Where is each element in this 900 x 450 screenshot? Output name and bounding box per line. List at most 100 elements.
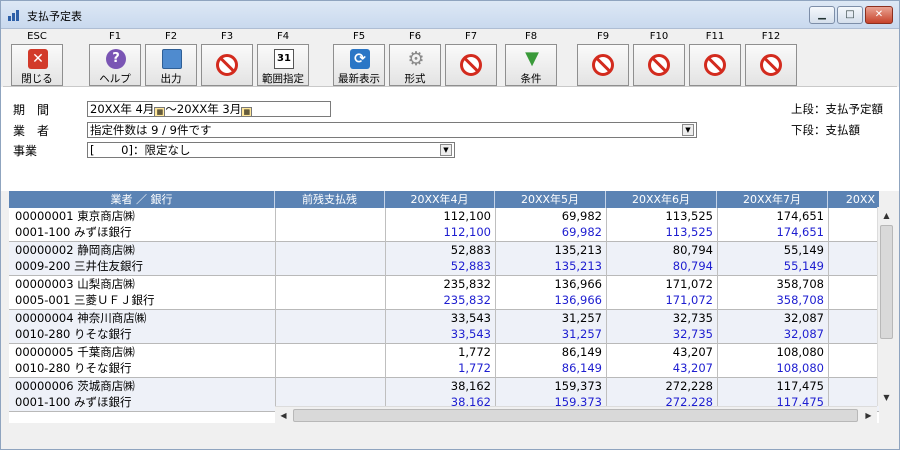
calendar-icon: 31 — [274, 49, 294, 69]
close-button[interactable]: ✕ 閉じる — [11, 44, 63, 86]
legend-note-planned: 上段：支払予定額 — [791, 102, 883, 116]
close-window-button[interactable]: ✕ — [865, 6, 893, 24]
paid-amount: 174,651 — [776, 225, 824, 239]
function-key-label: F1 — [108, 31, 122, 42]
column-header-month[interactable]: 20XX年5月 — [495, 191, 606, 208]
business-select[interactable]: [ 0]：限定なし ▼ — [87, 142, 455, 158]
paid-amount: 235,832 — [443, 293, 491, 307]
planned-amount: 235,832 — [443, 277, 491, 291]
planned-amount: 32,735 — [672, 311, 713, 325]
toolbar-item-f9: F9 — [577, 31, 629, 86]
horizontal-scrollbar[interactable]: ◀ ▶ — [275, 406, 877, 423]
title-bar[interactable]: 支払予定表 ▁ □ ✕ — [1, 1, 899, 29]
paid-amount: 80,794 — [672, 259, 713, 273]
column-header-month[interactable]: 20XX — [828, 191, 879, 208]
column-divider — [606, 208, 607, 408]
range-button[interactable]: 31 範囲指定 — [257, 44, 309, 86]
table-row[interactable]: 00000005 千葉商店㈱ 0010-280 りそな銀行 1,772 86,1… — [9, 344, 879, 378]
toolbar-item-f3: F3 — [201, 31, 253, 86]
table-row[interactable]: 00000003 山梨商店㈱ 0005-001 三菱ＵＦＪ銀行 235,832 … — [9, 276, 879, 310]
planned-amount: 112,100 — [443, 209, 491, 223]
vertical-scrollbar[interactable]: ▲ ▼ — [877, 207, 894, 406]
f9-button[interactable] — [577, 44, 629, 86]
column-header-month[interactable]: 20XX年7月 — [717, 191, 828, 208]
planned-amount: 174,651 — [776, 209, 824, 223]
condition-button[interactable]: ▼ 条件 — [505, 44, 557, 86]
filter-form: 期 間 20XX年 4月 ▦ ～20XX年 3月 ▦ 業 者 指定件数は 9 / 9件… — [1, 87, 899, 191]
vendor-select-value: 指定件数は 9 / 9件です — [90, 123, 212, 137]
f10-button[interactable] — [633, 44, 685, 86]
planned-amount: 32,087 — [783, 311, 824, 325]
help-button[interactable]: ? ヘルプ — [89, 44, 141, 86]
chevron-down-icon[interactable]: ▼ — [682, 124, 694, 136]
planned-amount: 272,228 — [665, 379, 713, 393]
f12-button[interactable] — [745, 44, 797, 86]
function-key-label: F3 — [220, 31, 234, 42]
toolbar-item-f10: F10 — [633, 31, 685, 86]
scroll-left-icon[interactable]: ◀ — [275, 407, 292, 424]
column-divider — [495, 208, 496, 408]
column-header-previous-balance[interactable]: 前残支払残 — [275, 191, 385, 208]
filter-icon: ▼ — [525, 48, 539, 69]
paid-amount: 1,772 — [458, 361, 491, 375]
function-key-toolbar: ESC ✕ 閉じる F1 ? ヘルプ F2 出力 F3 F4 31 範囲指定 F… — [3, 29, 897, 87]
table-row[interactable]: 00000001 東京商店㈱ 0001-100 みずほ銀行 112,100 69… — [9, 208, 879, 242]
period-to-text: 20XX年 3月 — [176, 102, 242, 116]
chevron-down-icon[interactable]: ▼ — [440, 144, 452, 156]
scroll-down-icon[interactable]: ▼ — [878, 389, 895, 406]
disabled-icon — [216, 54, 238, 76]
planned-amount: 117,475 — [776, 379, 824, 393]
chart-app-icon — [8, 9, 22, 21]
scroll-right-icon[interactable]: ▶ — [860, 407, 877, 424]
table-row[interactable]: 00000002 静岡商店㈱ 0009-200 三井住友銀行 52,883 13… — [9, 242, 879, 276]
paid-amount: 52,883 — [450, 259, 491, 273]
scroll-up-icon[interactable]: ▲ — [878, 207, 895, 224]
format-button[interactable]: ⚙ 形式 — [389, 44, 441, 86]
gear-icon: ⚙ — [407, 48, 425, 70]
column-divider — [828, 208, 829, 408]
toolbar-item-f7: F7 — [445, 31, 497, 86]
f7-button[interactable] — [445, 44, 497, 86]
table-row[interactable]: 00000004 神奈川商店㈱ 0010-280 りそな銀行 33,543 31… — [9, 310, 879, 344]
payment-schedule-grid: 業者 ／ 銀行 前残支払残 20XX年4月 20XX年5月 20XX年6月 20… — [9, 191, 879, 423]
calendar-icon[interactable]: ▦ — [154, 107, 166, 116]
column-header-month[interactable]: 20XX年6月 — [606, 191, 717, 208]
toolbar-item-f6: F6 ⚙ 形式 — [389, 31, 441, 86]
disabled-icon — [460, 54, 482, 76]
paid-amount: 136,966 — [554, 293, 602, 307]
output-button[interactable]: 出力 — [145, 44, 197, 86]
planned-amount: 43,207 — [672, 345, 713, 359]
refresh-button[interactable]: ⟳ 最新表示 — [333, 44, 385, 86]
planned-amount: 55,149 — [783, 243, 824, 257]
paid-amount: 32,735 — [672, 327, 713, 341]
calendar-icon[interactable]: ▦ — [241, 107, 253, 116]
vendor-select[interactable]: 指定件数は 9 / 9件です ▼ — [87, 122, 697, 138]
toolbar-item-f11: F11 — [689, 31, 741, 86]
f3-button[interactable] — [201, 44, 253, 86]
maximize-button[interactable]: □ — [837, 6, 863, 24]
period-field[interactable]: 20XX年 4月 ▦ ～20XX年 3月 ▦ — [87, 101, 331, 117]
vertical-scroll-thumb[interactable] — [880, 225, 893, 339]
horizontal-scroll-thumb[interactable] — [293, 409, 858, 422]
paid-amount: 33,543 — [450, 327, 491, 341]
planned-amount: 159,373 — [554, 379, 602, 393]
paid-amount: 135,213 — [554, 259, 602, 273]
planned-amount: 358,708 — [776, 277, 824, 291]
disabled-icon — [704, 54, 726, 76]
button-label: 出力 — [160, 73, 182, 85]
function-key-label: ESC — [27, 31, 47, 42]
f11-button[interactable] — [689, 44, 741, 86]
minimize-button[interactable]: ▁ — [809, 6, 835, 24]
toolbar-item-f8: F8 ▼ 条件 — [505, 31, 557, 86]
column-header-vendor-bank[interactable]: 業者 ／ 銀行 — [9, 191, 275, 208]
planned-amount: 33,543 — [450, 311, 491, 325]
column-divider — [385, 208, 386, 408]
button-label: 条件 — [520, 73, 542, 85]
column-header-month[interactable]: 20XX年4月 — [385, 191, 495, 208]
period-from-text: 20XX年 4月 — [90, 102, 155, 116]
business-label: 事業 — [13, 144, 38, 158]
toolbar-item-f4: F4 31 範囲指定 — [257, 31, 309, 86]
function-key-label: F5 — [352, 31, 366, 42]
paid-amount: 69,982 — [561, 225, 602, 239]
period-label: 期 間 — [13, 103, 50, 117]
